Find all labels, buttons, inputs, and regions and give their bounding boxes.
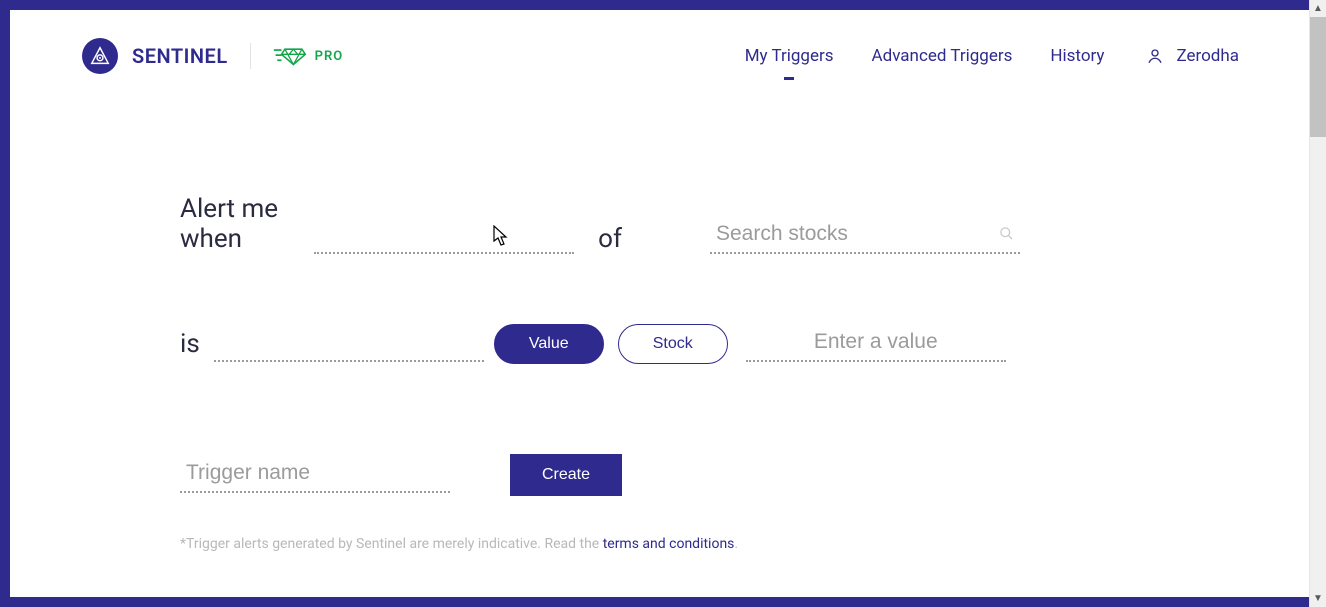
disclaimer-suffix: . [734,536,738,552]
search-icon [999,226,1014,245]
pro-label: PRO [315,49,344,64]
disclaimer: *Trigger alerts generated by Sentinel ar… [180,536,1020,552]
is-label: is [180,329,200,359]
of-label: of [598,224,622,254]
scrollbar[interactable]: ▲ ▼ [1309,0,1326,607]
trigger-form: Alert me when of is Value Stock Create *… [10,84,1020,552]
stock-toggle-button[interactable]: Stock [618,324,728,364]
user-icon [1146,47,1164,65]
nav-my-triggers[interactable]: My Triggers [745,46,834,66]
nav: My Triggers Advanced Triggers History Ze… [745,46,1239,66]
condition-input[interactable] [214,327,484,362]
terms-link[interactable]: terms and conditions [603,536,735,552]
disclaimer-prefix: *Trigger alerts generated by Sentinel ar… [180,536,603,552]
divider [250,43,251,69]
search-stocks-input[interactable] [710,218,1020,254]
pro-badge: PRO [273,46,344,66]
nav-advanced-triggers[interactable]: Advanced Triggers [872,46,1013,66]
scroll-up-button[interactable]: ▲ [1310,0,1326,17]
value-input[interactable] [746,326,1006,362]
value-toggle-button[interactable]: Value [494,324,604,364]
nav-history[interactable]: History [1050,46,1104,66]
trigger-name-input[interactable] [180,457,450,493]
scroll-thumb[interactable] [1310,17,1326,137]
header: SENTINEL PRO My Triggers Advanced Trigge… [10,10,1309,84]
create-button[interactable]: Create [510,454,622,496]
alert-me-when-label: Alert me when [180,194,298,254]
user-menu[interactable]: Zerodha [1146,46,1239,66]
brand-name: SENTINEL [132,44,228,68]
attribute-input[interactable] [314,219,574,254]
user-name: Zerodha [1176,46,1239,66]
brand: SENTINEL [82,38,228,74]
logo-icon [82,38,118,74]
diamond-icon [273,46,307,66]
scroll-down-button[interactable]: ▼ [1310,590,1326,607]
